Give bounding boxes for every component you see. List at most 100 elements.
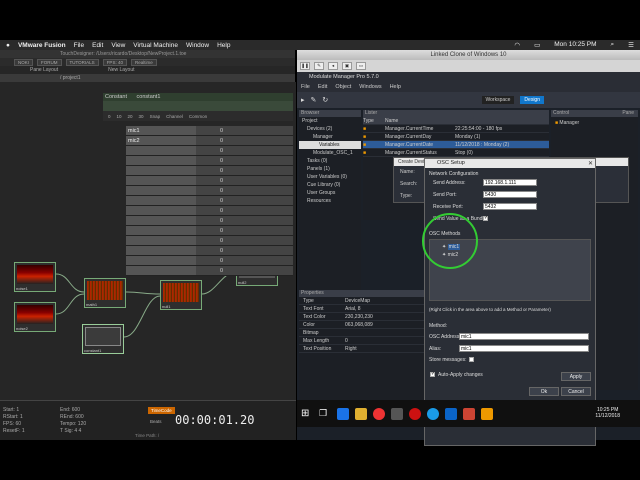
- td-forum-button[interactable]: FORUM: [37, 58, 62, 66]
- lister-row[interactable]: ■ Manager.CurrentTime 22:25:54:00 - 180 fp…: [363, 125, 549, 133]
- explorer-icon[interactable]: [355, 407, 367, 420]
- channel-value[interactable]: 0: [196, 216, 293, 225]
- tsig-value[interactable]: 4: [74, 428, 77, 434]
- tempo-value[interactable]: 120: [78, 421, 86, 427]
- end-value[interactable]: 600: [72, 407, 80, 413]
- property-row[interactable]: Color 063,068,089: [299, 321, 424, 329]
- param-op-name[interactable]: constant1: [137, 94, 161, 100]
- windows-start-icon[interactable]: ⊞: [301, 408, 313, 420]
- tree-panels[interactable]: Panels (1): [299, 165, 361, 173]
- channel-value[interactable]: 0: [196, 236, 293, 245]
- td-tutorials-button[interactable]: TUTORIALS: [65, 58, 99, 66]
- property-value[interactable]: 063,068,089: [345, 322, 424, 328]
- channel-name[interactable]: [126, 196, 196, 205]
- new-layout-button[interactable]: New Layout: [108, 67, 134, 73]
- chrome-icon[interactable]: [373, 407, 385, 420]
- wrench-icon[interactable]: ✎: [314, 62, 324, 70]
- bundle-checkbox[interactable]: [483, 215, 488, 221]
- screen-icon[interactable]: ▭: [356, 62, 366, 70]
- resetf-value[interactable]: 1: [22, 428, 25, 434]
- node-null1[interactable]: null1: [160, 280, 202, 310]
- menubar-file[interactable]: File: [74, 42, 84, 49]
- param-tab-20[interactable]: 20: [128, 114, 133, 119]
- channel-row[interactable]: mic1 0: [126, 126, 293, 136]
- channel-row[interactable]: 0: [126, 176, 293, 186]
- channel-value[interactable]: 0: [196, 136, 293, 145]
- channel-value[interactable]: 0: [196, 186, 293, 195]
- mm-menu-file[interactable]: File: [301, 84, 310, 90]
- channel-row[interactable]: 0: [126, 156, 293, 166]
- osc-address-input[interactable]: [459, 333, 589, 340]
- property-value[interactable]: 0: [345, 338, 424, 344]
- apply-button[interactable]: Apply: [561, 372, 591, 381]
- store-messages-checkbox[interactable]: [469, 357, 474, 362]
- back-icon[interactable]: ◂: [328, 62, 338, 70]
- node-noise2[interactable]: noise2: [14, 302, 56, 332]
- taskbar-clock[interactable]: 10:25 PM 11/12/2018: [595, 407, 620, 419]
- col-name[interactable]: Name: [385, 118, 455, 124]
- property-value[interactable]: Arial, 8: [345, 306, 424, 312]
- auto-apply-checkbox[interactable]: [430, 371, 435, 377]
- channel-row[interactable]: 0: [126, 246, 293, 256]
- mm-menu-help[interactable]: Help: [390, 84, 401, 90]
- lister-row[interactable]: ■ Manager.CurrentStatus Stop (0): [363, 149, 549, 157]
- channel-row[interactable]: 0: [126, 186, 293, 196]
- apple-icon[interactable]: ●: [6, 42, 10, 49]
- channel-row[interactable]: 0: [126, 226, 293, 236]
- control-manager-item[interactable]: ■ Manager: [551, 117, 638, 129]
- fps-value[interactable]: 60: [16, 421, 22, 427]
- channel-name[interactable]: [126, 236, 196, 245]
- channel-value[interactable]: 0: [196, 256, 293, 265]
- cancel-button[interactable]: Cancel: [561, 387, 591, 396]
- channel-row[interactable]: 0: [126, 216, 293, 226]
- node-noise1[interactable]: noise1: [14, 262, 56, 292]
- rstart-value[interactable]: 1: [20, 414, 23, 420]
- tool-icon-1[interactable]: ▸: [301, 96, 305, 104]
- lister-row[interactable]: ■ Manager.CurrentDay Monday (1): [363, 133, 549, 141]
- menubar-help[interactable]: Help: [217, 42, 230, 49]
- lister-row[interactable]: ■ Manager.CurrentDate 11/12/2018 : Monday …: [363, 141, 549, 149]
- opera-icon[interactable]: [409, 407, 421, 420]
- outlook-icon[interactable]: [445, 407, 457, 420]
- property-row[interactable]: Type DeviceMap: [299, 297, 424, 305]
- start-value[interactable]: 1: [16, 407, 19, 413]
- edge-icon[interactable]: [337, 407, 349, 420]
- store-icon[interactable]: [391, 407, 403, 420]
- td-noki-button[interactable]: NOKI: [14, 58, 34, 66]
- design-dropdown[interactable]: Design: [520, 96, 544, 104]
- channel-row[interactable]: 0: [126, 206, 293, 216]
- property-value[interactable]: DeviceMap: [345, 298, 424, 304]
- modulate-manager-icon[interactable]: [481, 407, 493, 420]
- send-port-input[interactable]: [483, 191, 537, 198]
- tree-user-groups[interactable]: User Groups: [299, 189, 361, 197]
- td-realtime-toggle[interactable]: Realtime: [130, 58, 157, 66]
- channel-name[interactable]: [126, 246, 196, 255]
- channel-name[interactable]: [126, 176, 196, 185]
- network-path[interactable]: / project1: [0, 74, 295, 82]
- channel-name[interactable]: mic2: [126, 136, 196, 145]
- channel-value[interactable]: 0: [196, 156, 293, 165]
- param-tab-0[interactable]: 0: [108, 114, 111, 119]
- property-row[interactable]: Text Color 230,230,230: [299, 313, 424, 321]
- task-view-icon[interactable]: ❐: [319, 408, 331, 420]
- tool-icon-2[interactable]: ✎: [311, 96, 317, 104]
- tree-modulate-osc[interactable]: Modulate_OSC_1: [299, 149, 361, 157]
- tree-tasks[interactable]: Tasks (0): [299, 157, 361, 165]
- rend-value[interactable]: 600: [75, 414, 83, 420]
- tree-resources[interactable]: Resources: [299, 197, 361, 205]
- property-row[interactable]: Text Position Right: [299, 345, 424, 353]
- timecode-button[interactable]: TimeCode: [148, 407, 175, 414]
- menubar-virtual-machine[interactable]: Virtual Machine: [133, 42, 178, 49]
- tsig-value-2[interactable]: 4: [79, 428, 82, 434]
- channel-row[interactable]: 0: [126, 196, 293, 206]
- send-address-input[interactable]: [483, 179, 537, 186]
- skype-icon[interactable]: [427, 407, 439, 420]
- receive-port-input[interactable]: [483, 203, 537, 210]
- beats-button[interactable]: Beats: [150, 419, 162, 424]
- tree-project[interactable]: Project: [299, 117, 361, 125]
- channel-name[interactable]: [126, 226, 196, 235]
- search-icon[interactable]: ⌕: [611, 41, 615, 49]
- workspace-label[interactable]: Workspace: [481, 96, 515, 104]
- property-value[interactable]: Right: [345, 346, 424, 352]
- node-constant1[interactable]: constant1: [82, 324, 124, 354]
